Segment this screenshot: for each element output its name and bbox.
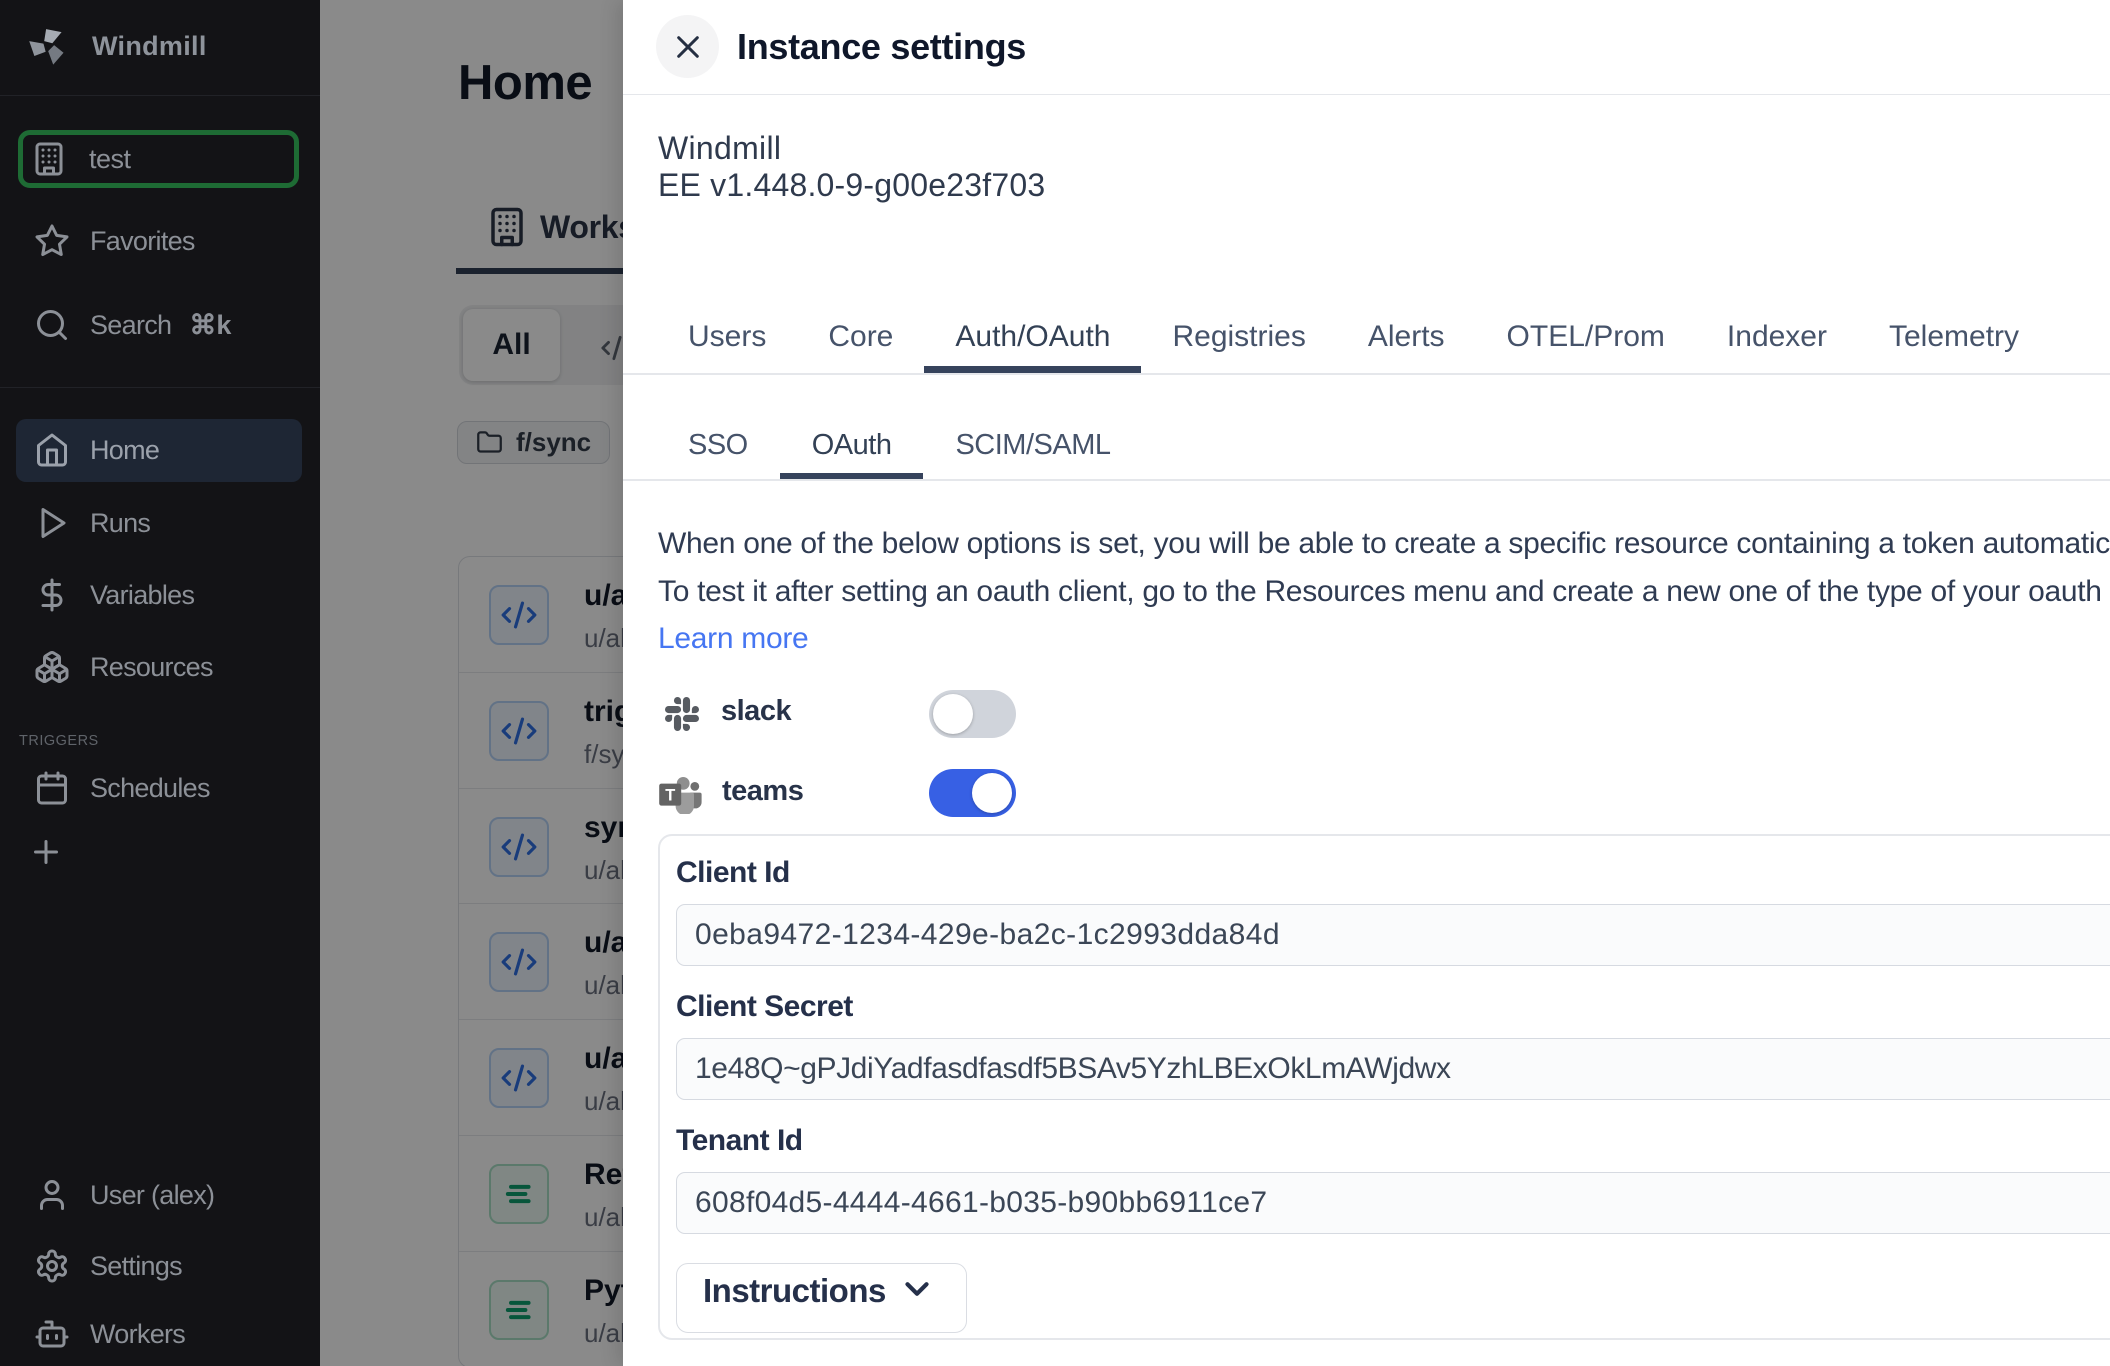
svg-text:T: T [665,786,675,804]
